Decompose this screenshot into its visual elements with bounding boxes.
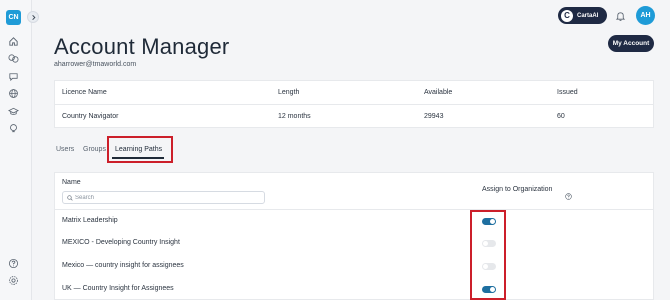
search-input[interactable] bbox=[75, 193, 260, 203]
licence-name-header: Licence Name bbox=[62, 89, 107, 96]
licence-name-cell: Country Navigator bbox=[62, 113, 119, 120]
header-divider bbox=[55, 209, 653, 210]
length-header: Length bbox=[278, 89, 300, 96]
sidebar: CN bbox=[0, 0, 32, 300]
home-icon[interactable] bbox=[8, 36, 19, 47]
tab-users[interactable]: Users bbox=[56, 146, 74, 153]
search-field[interactable] bbox=[62, 191, 265, 204]
search-icon bbox=[67, 195, 73, 201]
licence-header-row: Licence Name Length Available Issued bbox=[55, 81, 653, 105]
app-logo[interactable]: CN bbox=[6, 10, 21, 25]
learning-paths-table: Name Assign to Organization Matrix Leade… bbox=[54, 172, 654, 300]
available-cell: 29943 bbox=[424, 113, 444, 120]
sidebar-expand-button[interactable] bbox=[27, 11, 39, 23]
avatar[interactable]: AH bbox=[636, 6, 655, 25]
page-title: Account Manager bbox=[54, 34, 230, 59]
learning-path-name: Matrix Leadership bbox=[62, 217, 118, 224]
list-item: UK — Country Insight for Assignees bbox=[55, 279, 653, 300]
available-header: Available bbox=[424, 89, 453, 96]
chevron-right-icon bbox=[31, 14, 35, 20]
list-item: MEXICO - Developing Country Insight bbox=[55, 233, 653, 255]
help-icon[interactable] bbox=[8, 258, 19, 269]
carta-ai-icon: C bbox=[561, 9, 573, 22]
table-row: Country Navigator 12 months 29943 60 bbox=[55, 105, 653, 129]
help-icon[interactable] bbox=[565, 187, 572, 200]
translate-icon[interactable] bbox=[8, 53, 19, 64]
carta-ai-label: CartaAI bbox=[577, 12, 599, 19]
toggle-highlight-box bbox=[470, 210, 506, 300]
assign-column-header: Assign to Organization bbox=[482, 186, 553, 193]
name-column-header: Name bbox=[62, 179, 81, 186]
bell-icon[interactable] bbox=[615, 9, 626, 21]
my-account-button[interactable]: My Account bbox=[608, 35, 654, 52]
learning-path-name: Mexico — country insight for assignees bbox=[62, 262, 184, 269]
tab-groups[interactable]: Groups bbox=[83, 146, 106, 153]
lightbulb-icon[interactable] bbox=[8, 123, 19, 134]
globe-icon[interactable] bbox=[8, 88, 19, 99]
issued-header: Issued bbox=[557, 89, 578, 96]
issued-cell: 60 bbox=[557, 113, 565, 120]
learning-path-name: UK — Country Insight for Assignees bbox=[62, 285, 174, 292]
account-email: aharrower@tmaworld.com bbox=[54, 61, 137, 68]
carta-ai-button[interactable]: C CartaAI bbox=[558, 7, 607, 24]
list-item: Mexico — country insight for assignees bbox=[55, 256, 653, 278]
graduation-cap-icon[interactable] bbox=[8, 106, 19, 117]
settings-icon[interactable] bbox=[8, 275, 19, 286]
learning-path-name: MEXICO - Developing Country Insight bbox=[62, 239, 180, 246]
list-item: Matrix Leadership bbox=[55, 211, 653, 233]
tab-highlight-box bbox=[107, 136, 173, 163]
licence-table: Licence Name Length Available Issued Cou… bbox=[54, 80, 654, 128]
chat-icon[interactable] bbox=[8, 71, 19, 82]
length-cell: 12 months bbox=[278, 113, 311, 120]
